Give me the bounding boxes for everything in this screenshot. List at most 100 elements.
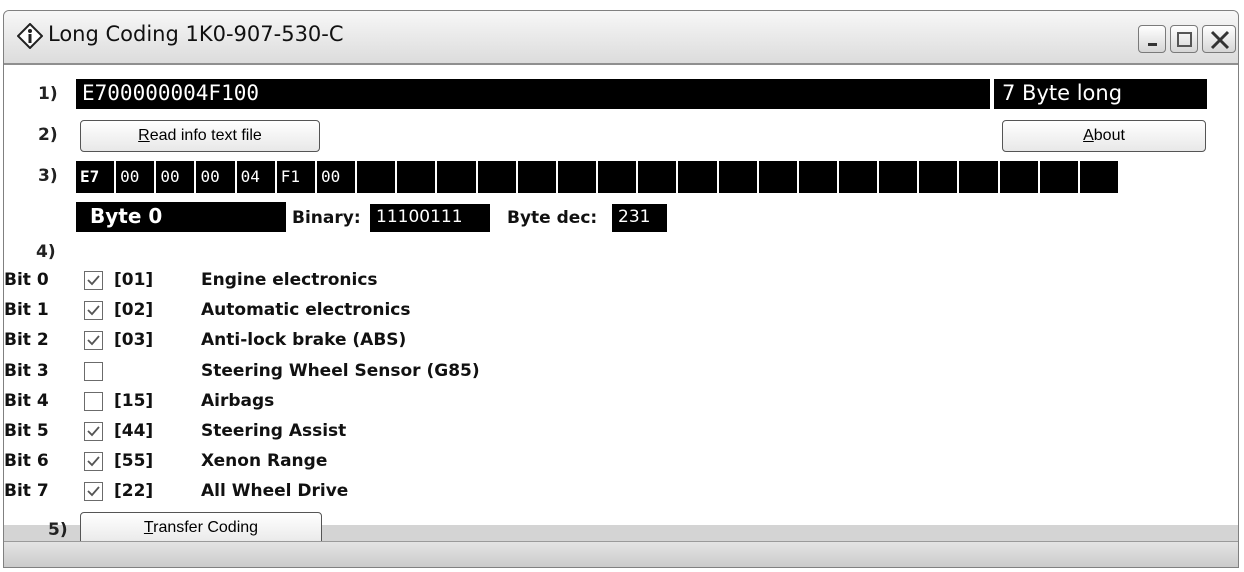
- bit-row: Bit 5 [44] Steering Assist: [4, 418, 704, 448]
- byte-cell[interactable]: [397, 161, 438, 193]
- bit-description: Steering Wheel Sensor (G85): [201, 360, 480, 381]
- bit-address-code: [03]: [114, 330, 154, 351]
- maximize-button[interactable]: [1170, 25, 1198, 53]
- close-button[interactable]: [1202, 25, 1236, 53]
- minimize-button[interactable]: [1138, 25, 1166, 53]
- binary-label: Binary:: [292, 208, 361, 228]
- bit-label: Bit 5: [4, 421, 49, 441]
- byte-cell[interactable]: [959, 161, 1000, 193]
- bit-address-code: [22]: [114, 481, 154, 502]
- byte-cell[interactable]: [518, 161, 558, 193]
- bit-row: Bit 3 Steering Wheel Sensor (G85): [4, 358, 704, 388]
- read-info-label: ead info text file: [149, 127, 262, 144]
- about-button[interactable]: About: [1002, 120, 1206, 152]
- bit-label: Bit 2: [4, 330, 49, 351]
- checkmark-icon: [87, 305, 100, 316]
- bit-label: Bit 0: [4, 270, 49, 290]
- transfer-mnemonic: T: [143, 519, 154, 536]
- byte-cell[interactable]: [558, 161, 599, 193]
- byte-cell[interactable]: E7: [76, 161, 117, 193]
- byte-cell[interactable]: 00: [196, 161, 237, 193]
- selected-byte-label: Byte 0: [76, 202, 286, 232]
- bit-description: Anti-lock brake (ABS): [201, 330, 407, 351]
- binary-value-field: 11100111: [370, 204, 490, 232]
- byte-cell[interactable]: [598, 161, 639, 193]
- byte-cell[interactable]: 00: [116, 161, 157, 193]
- bit-label: Bit 7: [4, 481, 49, 502]
- byte-cell[interactable]: [1000, 161, 1040, 193]
- byte-cell[interactable]: [839, 161, 880, 193]
- close-icon: [1210, 30, 1230, 50]
- bit-description: Airbags: [201, 390, 275, 411]
- window-title: Long Coding 1K0-907-530-C: [48, 22, 344, 46]
- minimize-icon: [1148, 43, 1157, 46]
- byte-cell[interactable]: 00: [317, 161, 358, 193]
- bit-checkbox[interactable]: [84, 452, 103, 472]
- coding-panel: 1) E700000004F100 7 Byte long 2) Read in…: [4, 65, 1238, 545]
- about-label: bout: [1093, 127, 1125, 144]
- coding-value-field[interactable]: E700000004F100: [76, 79, 990, 109]
- bit-description: Xenon Range: [201, 451, 328, 472]
- bit-address-code: [44]: [114, 421, 154, 441]
- read-info-text-file-button[interactable]: Read info text file: [80, 120, 320, 152]
- bit-checkbox[interactable]: [84, 271, 103, 290]
- row-number-4: 4): [36, 242, 56, 262]
- transfer-label: ransfer Coding: [153, 519, 259, 536]
- bit-address-code: [15]: [114, 390, 154, 411]
- byte-cell[interactable]: [678, 161, 719, 193]
- title-bar[interactable]: Long Coding 1K0-907-530-C: [4, 11, 1238, 65]
- byte-dec-label: Byte dec:: [507, 208, 598, 228]
- checkmark-icon: [87, 426, 100, 437]
- bit-checkbox[interactable]: [84, 482, 103, 502]
- bit-address-code: [01]: [114, 270, 154, 290]
- bit-row: Bit 1 [02] Automatic electronics: [4, 297, 704, 327]
- bit-row: Bit 0 [01] Engine electronics: [4, 267, 704, 297]
- bit-label: Bit 6: [4, 451, 49, 472]
- byte-dec-value-field: 231: [612, 204, 667, 232]
- maximize-icon: [1177, 32, 1192, 47]
- bit-row: Bit 4 [15] Airbags: [4, 388, 704, 418]
- bit-checkbox[interactable]: [84, 331, 103, 351]
- bit-address-code: [55]: [114, 451, 154, 472]
- byte-cell[interactable]: [437, 161, 478, 193]
- bit-description: All Wheel Drive: [201, 481, 349, 502]
- byte-cell[interactable]: 04: [237, 161, 277, 193]
- byte-cell[interactable]: [879, 161, 920, 193]
- byte-cell[interactable]: F1: [277, 161, 317, 193]
- bit-label: Bit 4: [4, 390, 49, 411]
- byte-cell[interactable]: [1080, 161, 1121, 193]
- long-coding-window: Long Coding 1K0-907-530-C 1) E700000004F…: [3, 10, 1239, 568]
- bit-checkbox[interactable]: [84, 301, 103, 321]
- read-info-mnemonic: R: [138, 127, 150, 144]
- bit-checkbox[interactable]: [84, 422, 103, 441]
- bit-description: Steering Assist: [201, 421, 347, 441]
- byte-cell[interactable]: [919, 161, 960, 193]
- row-number-3: 3): [38, 166, 58, 186]
- bit-checkbox[interactable]: [84, 391, 103, 411]
- bit-checkbox[interactable]: [84, 361, 103, 381]
- about-mnemonic: A: [1083, 127, 1094, 144]
- checkmark-icon: [87, 275, 100, 286]
- bit-description: Engine electronics: [201, 270, 378, 290]
- row-number-1: 1): [38, 84, 58, 104]
- diamond-info-icon: [16, 22, 44, 50]
- bit-row: Bit 2 [03] Anti-lock brake (ABS): [4, 327, 704, 357]
- bit-description: Automatic electronics: [201, 300, 411, 321]
- byte-length-field: 7 Byte long: [994, 79, 1207, 109]
- byte-cell[interactable]: [357, 161, 398, 193]
- row-number-5: 5): [48, 520, 68, 540]
- checkmark-icon: [87, 456, 100, 467]
- byte-cell[interactable]: [799, 161, 839, 193]
- bit-address-code: [02]: [114, 300, 154, 321]
- byte-cell[interactable]: 00: [156, 161, 197, 193]
- byte-cells: E7 00 00 00 04 F1 00: [76, 161, 1121, 193]
- byte-cell[interactable]: [638, 161, 679, 193]
- bit-label: Bit 3: [4, 360, 49, 381]
- byte-cell[interactable]: [1040, 161, 1080, 193]
- byte-cell[interactable]: [719, 161, 759, 193]
- bit-row: Bit 6 [55] Xenon Range: [4, 448, 704, 478]
- byte-cell[interactable]: [478, 161, 518, 193]
- checkmark-icon: [87, 335, 100, 346]
- byte-cell[interactable]: [759, 161, 799, 193]
- row-number-2: 2): [38, 125, 58, 145]
